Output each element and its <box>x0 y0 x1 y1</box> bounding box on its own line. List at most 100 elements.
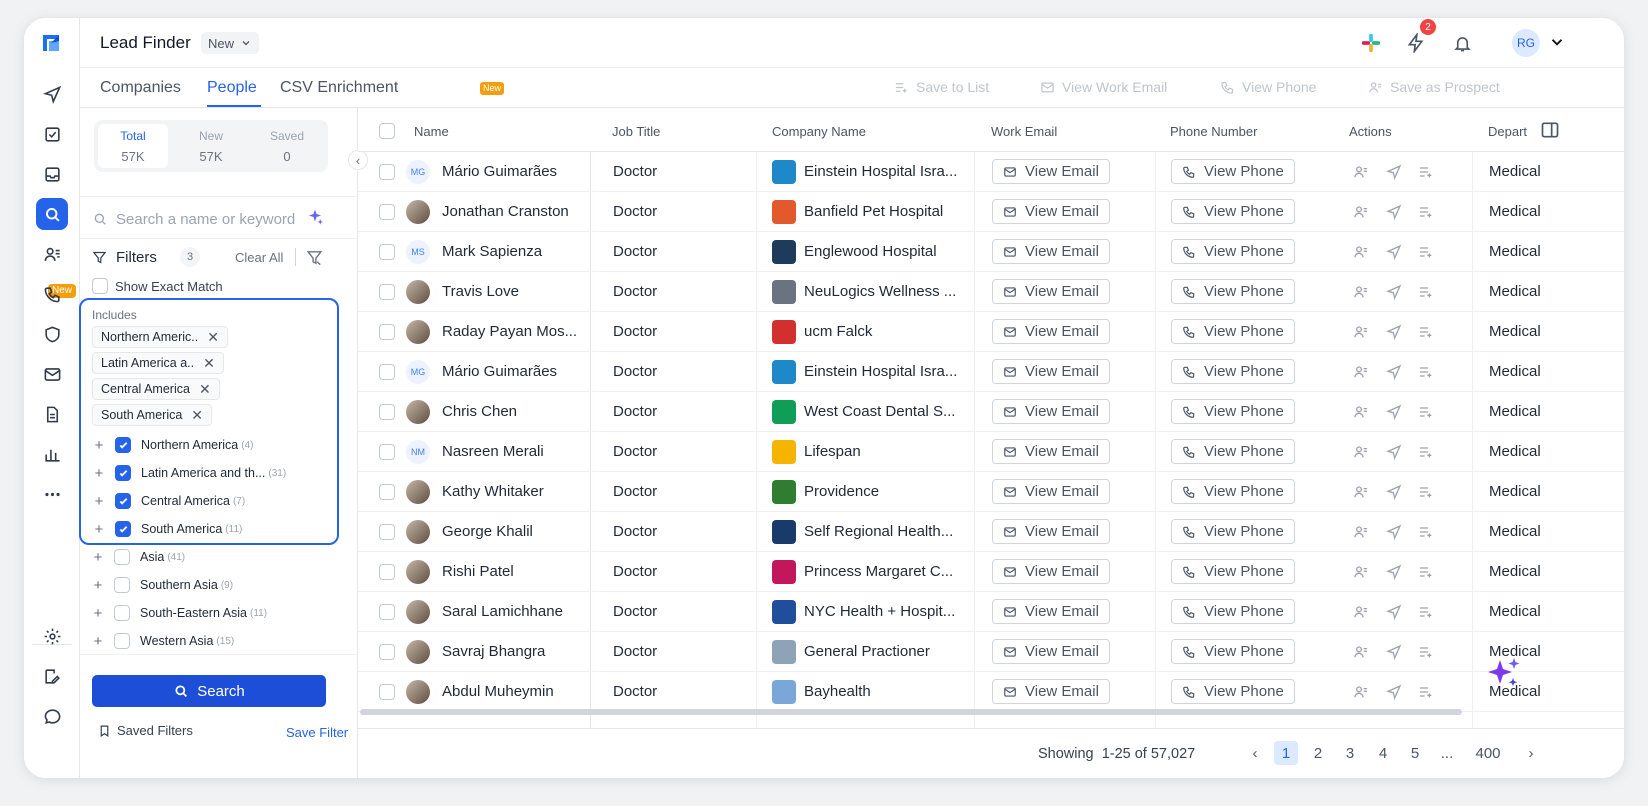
row-checkbox[interactable] <box>379 164 395 180</box>
count-total[interactable]: Total 57K <box>98 124 168 168</box>
company-name[interactable]: Englewood Hospital <box>804 243 937 260</box>
region-checkbox[interactable] <box>115 521 131 537</box>
region-checkbox[interactable] <box>115 437 131 453</box>
row-checkbox[interactable] <box>379 684 395 700</box>
add-to-list-icon[interactable] <box>1418 484 1434 500</box>
ai-assistant-sparkle-icon[interactable] <box>1484 654 1524 694</box>
column-header-name[interactable]: Name <box>414 124 449 139</box>
send-icon[interactable] <box>1386 244 1402 260</box>
exact-match-checkbox[interactable] <box>92 278 108 294</box>
row-checkbox[interactable] <box>379 404 395 420</box>
save-prospect-icon[interactable] <box>1353 244 1369 260</box>
add-to-list-icon[interactable] <box>1418 164 1434 180</box>
table-row[interactable]: George Khalil Doctor Self Regional Healt… <box>358 512 1624 552</box>
company-name[interactable]: Providence <box>804 483 879 500</box>
horizontal-scrollbar[interactable] <box>360 709 1462 715</box>
person-name[interactable]: Mário Guimarães <box>442 363 557 380</box>
person-name[interactable]: Saral Lamichhane <box>442 603 563 620</box>
region-option[interactable]: + Northern America (4) <box>93 434 254 456</box>
add-to-list-icon[interactable] <box>1418 444 1434 460</box>
view-email-button[interactable]: View Email <box>992 239 1110 264</box>
person-name[interactable]: George Khalil <box>442 523 533 540</box>
person-name[interactable]: Savraj Bhangra <box>442 643 545 660</box>
page-1[interactable]: 1 <box>1274 741 1298 765</box>
view-email-button[interactable]: View Email <box>992 399 1110 424</box>
expand-icon[interactable]: + <box>93 465 105 482</box>
save-prospect-icon[interactable] <box>1353 404 1369 420</box>
send-icon[interactable] <box>1386 604 1402 620</box>
view-email-button[interactable]: View Email <box>992 519 1110 544</box>
save-prospect-icon[interactable] <box>1353 564 1369 580</box>
table-row[interactable]: Raday Payan Mos... Doctor ucm Falck View… <box>358 312 1624 352</box>
table-row[interactable]: NM Nasreen Merali Doctor Lifespan View E… <box>358 432 1624 472</box>
send-icon[interactable] <box>1386 564 1402 580</box>
region-checkbox[interactable] <box>115 465 131 481</box>
region-checkbox[interactable] <box>114 633 130 649</box>
send-icon[interactable] <box>1386 444 1402 460</box>
column-header-phone[interactable]: Phone Number <box>1170 124 1257 139</box>
table-row[interactable]: Rishi Patel Doctor Princess Margaret C..… <box>358 552 1624 592</box>
add-to-list-icon[interactable] <box>1418 644 1434 660</box>
table-row[interactable]: MG Mário Guimarães Doctor Einstein Hospi… <box>358 352 1624 392</box>
company-name[interactable]: Self Regional Health... <box>804 523 953 540</box>
send-icon[interactable] <box>1386 324 1402 340</box>
users-icon[interactable] <box>36 238 68 270</box>
row-checkbox[interactable] <box>379 324 395 340</box>
view-email-button[interactable]: View Email <box>992 439 1110 464</box>
search-button[interactable]: Search <box>92 675 326 707</box>
view-phone-button[interactable]: View Phone <box>1171 279 1295 304</box>
chat-icon[interactable] <box>36 700 68 732</box>
region-option[interactable]: + Asia (41) <box>92 546 186 568</box>
add-to-list-icon[interactable] <box>1418 404 1434 420</box>
row-checkbox[interactable] <box>379 484 395 500</box>
close-icon[interactable]: ✕ <box>207 329 219 346</box>
view-email-button[interactable]: View Email <box>992 559 1110 584</box>
expand-icon[interactable]: + <box>92 633 104 650</box>
columns-panel-icon[interactable] <box>1540 120 1560 140</box>
send-icon[interactable] <box>1386 684 1402 700</box>
shield-icon[interactable] <box>36 318 68 350</box>
tab-people[interactable]: People <box>207 79 257 97</box>
expand-icon[interactable]: + <box>92 577 104 594</box>
ai-sparkle-icon[interactable] <box>306 208 324 226</box>
company-name[interactable]: NYC Health + Hospit... <box>804 603 955 620</box>
view-phone-button[interactable]: View Phone <box>1171 359 1295 384</box>
filter-settings-icon[interactable] <box>306 249 323 266</box>
saved-filters-link[interactable]: Saved Filters <box>98 723 193 738</box>
phone-icon[interactable] <box>36 278 68 310</box>
save-prospect-icon[interactable] <box>1353 164 1369 180</box>
tab-companies[interactable]: Companies <box>100 79 181 97</box>
save-prospect-icon[interactable] <box>1353 364 1369 380</box>
view-phone-button[interactable]: View Phone <box>1171 519 1295 544</box>
close-icon[interactable]: ✕ <box>191 407 203 424</box>
person-name[interactable]: Chris Chen <box>442 403 517 420</box>
column-header-department[interactable]: Depart <box>1488 124 1527 139</box>
save-prospect-icon[interactable] <box>1353 524 1369 540</box>
page-2[interactable]: 2 <box>1306 741 1330 765</box>
row-checkbox[interactable] <box>379 364 395 380</box>
save-prospect-icon[interactable] <box>1353 484 1369 500</box>
count-saved[interactable]: Saved 0 <box>252 124 322 168</box>
region-option[interactable]: + South America (11) <box>93 518 243 540</box>
row-checkbox[interactable] <box>379 284 395 300</box>
company-name[interactable]: ucm Falck <box>804 323 872 340</box>
company-name[interactable]: Banfield Pet Hospital <box>804 203 943 220</box>
column-header-company[interactable]: Company Name <box>772 124 866 139</box>
add-to-list-icon[interactable] <box>1418 684 1434 700</box>
view-email-button[interactable]: View Email <box>992 359 1110 384</box>
region-checkbox[interactable] <box>114 605 130 621</box>
add-to-list-icon[interactable] <box>1418 284 1434 300</box>
table-row[interactable]: Travis Love Doctor NeuLogics Wellness ..… <box>358 272 1624 312</box>
view-selector[interactable]: New <box>201 32 260 54</box>
save-as-prospect-button[interactable]: Save as Prospect <box>1368 79 1500 95</box>
select-all-checkbox[interactable] <box>379 123 395 139</box>
tab-csv-enrichment[interactable]: CSV Enrichment <box>280 79 398 97</box>
region-option[interactable]: + Southern Asia (9) <box>92 574 233 596</box>
expand-icon[interactable]: + <box>93 437 105 454</box>
table-row[interactable]: Jonathan Cranston Doctor Banfield Pet Ho… <box>358 192 1624 232</box>
person-name[interactable]: Raday Payan Mos... <box>442 323 577 340</box>
search-icon[interactable] <box>36 198 68 230</box>
add-to-list-icon[interactable] <box>1418 244 1434 260</box>
analytics-icon[interactable] <box>36 438 68 470</box>
add-to-list-icon[interactable] <box>1418 564 1434 580</box>
